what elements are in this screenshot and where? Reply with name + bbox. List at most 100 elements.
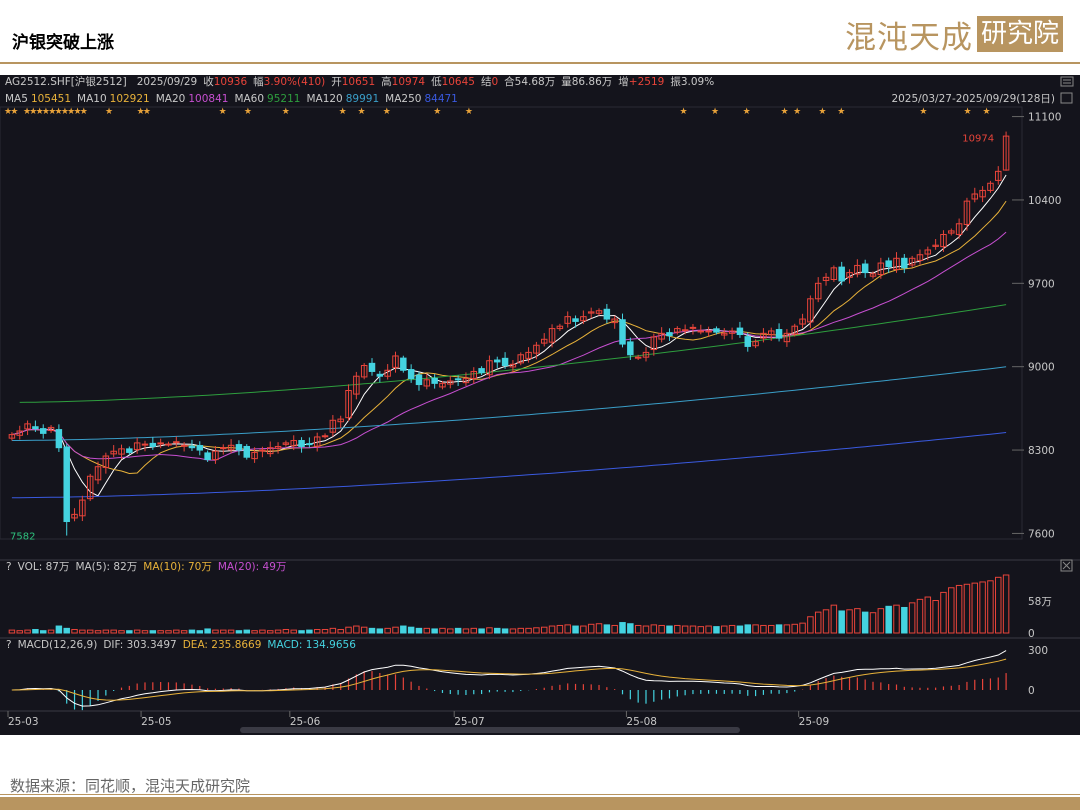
- menu-icon[interactable]: [1060, 76, 1074, 87]
- volume-bar: [141, 630, 149, 634]
- volume-bar: [885, 605, 892, 634]
- candle-body: [259, 449, 266, 452]
- volume-bar: [940, 591, 947, 634]
- vol-close-icon[interactable]: [1060, 559, 1073, 572]
- ma10-value: 102921: [110, 93, 150, 105]
- volume-bar: [39, 630, 47, 634]
- volume-bar: [251, 630, 258, 634]
- volume-bar: [220, 629, 227, 634]
- candle-body: [180, 444, 188, 447]
- volume-bar: [447, 628, 454, 634]
- candle-body: [705, 330, 712, 333]
- candle-body: [321, 435, 329, 438]
- oi-label: 合: [504, 75, 515, 88]
- header-divider: [0, 62, 1080, 64]
- macd-axis: 300 0: [1028, 645, 1048, 697]
- volume-bar: [407, 626, 415, 634]
- volume-bar: [63, 627, 70, 634]
- volume-bar: [893, 604, 900, 634]
- candle-body: [220, 447, 227, 450]
- vol-help-icon[interactable]: ?: [6, 561, 12, 573]
- ma20-name: MA20: [156, 93, 186, 105]
- volume-legend: ? VOL: 87万 MA(5): 82万 MA(10): 70万 MA(20): 49…: [6, 561, 286, 573]
- volume-bar: [924, 596, 932, 634]
- x-tick-label: 25-07: [454, 716, 485, 728]
- volume-bar: [517, 627, 524, 634]
- candle-body: [775, 329, 783, 339]
- quote-date: 2025/09/29: [137, 76, 198, 88]
- signal-star: ★: [282, 107, 290, 117]
- volume-bar: [259, 629, 266, 634]
- vol-label: VOL: 87万: [18, 561, 70, 573]
- volume-bar: [462, 628, 470, 634]
- candle-body: [415, 374, 423, 386]
- macd-label: MACD(12,26,9): [18, 639, 98, 651]
- volume-bar: [212, 629, 219, 634]
- volume-bar: [94, 630, 102, 634]
- volume-bar: [580, 625, 587, 634]
- signal-star: ★: [433, 107, 441, 117]
- volume-bar: [814, 611, 822, 634]
- signal-star: ★: [982, 107, 990, 117]
- signal-star: ★: [711, 107, 719, 117]
- volume-bar: [799, 622, 806, 634]
- ma5-value: 105451: [31, 93, 71, 105]
- volume-bar: [157, 630, 164, 634]
- macd-value: MACD: 134.9656: [267, 639, 356, 651]
- volume-bar: [86, 629, 94, 634]
- volume-bar: [768, 624, 775, 634]
- candle-body: [689, 326, 697, 329]
- volume-bar: [533, 627, 540, 634]
- settle-value: 0: [491, 76, 498, 88]
- candle-body: [431, 377, 438, 384]
- volume-bar: [987, 580, 994, 634]
- open-label: 开: [331, 76, 342, 88]
- candle-body: [141, 443, 149, 446]
- ma120-line: [11, 366, 1007, 441]
- candlestick-chart-panel[interactable]: ★ ★ ★ ★ ★ ★ ★ ★ ★ ★ ★ ★ ★ ★ ★ ★ ★ ★ ★ ★ ★ ★ ★ ★ ★ ★ ★ ★ ★ ★ ★ ★ ★ AG2512…: [0, 75, 1080, 735]
- volume-bar: [744, 624, 751, 634]
- chart-svg[interactable]: ★★ ★★★★★★★★★★ ★ ★★ ★ ★ ★ ★ ★ ★ ★ ★ ★ ★ ★ ★ ★ ★ ★ ★ ★ ★ AG2512…: [0, 75, 1080, 735]
- volume-bar: [971, 582, 979, 634]
- candle-body: [173, 441, 180, 444]
- volume-bar: [392, 626, 399, 634]
- oi-value: 54.68万: [515, 76, 556, 88]
- candle-body: [235, 444, 243, 451]
- y-tick-label: 7600: [1028, 528, 1055, 540]
- volume-bar: [838, 610, 845, 634]
- signal-star: ★: [339, 107, 347, 117]
- horizontal-scrollbar[interactable]: [240, 727, 740, 733]
- chg-label: 幅: [253, 75, 264, 88]
- volume-bar: [979, 581, 986, 634]
- ma120-value: 89991: [346, 93, 379, 105]
- volume-bar: [110, 629, 117, 634]
- volume-bar: [908, 602, 916, 634]
- logo-text: 混沌天成: [845, 19, 973, 56]
- ma250-name: MA250: [385, 93, 421, 105]
- volume-bar: [71, 629, 78, 634]
- candle-body: [243, 445, 250, 458]
- y-tick-label: 8300: [1028, 445, 1055, 457]
- volume-bar: [963, 583, 971, 634]
- macd-dea: DEA: 235.8669: [183, 639, 262, 651]
- volume-bar: [423, 627, 431, 634]
- volume-bar: [548, 625, 556, 634]
- x-tick-label: 25-05: [141, 716, 172, 728]
- y-tick-label: 10400: [1028, 195, 1061, 207]
- volume-bar: [948, 587, 955, 634]
- logo-box-text: 研究院: [977, 16, 1064, 52]
- volume-bar: [697, 626, 705, 634]
- signal-star: ★: [383, 107, 391, 117]
- volume-bar: [196, 630, 204, 634]
- x-tick-label: 25-03: [8, 716, 39, 728]
- volume-bars: [8, 574, 1010, 634]
- candle-body: [681, 329, 689, 332]
- candle-body: [298, 440, 305, 447]
- candle-body: [188, 445, 196, 449]
- volume-bar: [783, 624, 791, 634]
- macd-help-icon[interactable]: ?: [6, 639, 12, 651]
- volume-bar: [298, 630, 305, 634]
- expand-icon[interactable]: [1060, 92, 1073, 104]
- macd-tick-label: 300: [1028, 645, 1048, 657]
- open-value: 10651: [342, 76, 375, 88]
